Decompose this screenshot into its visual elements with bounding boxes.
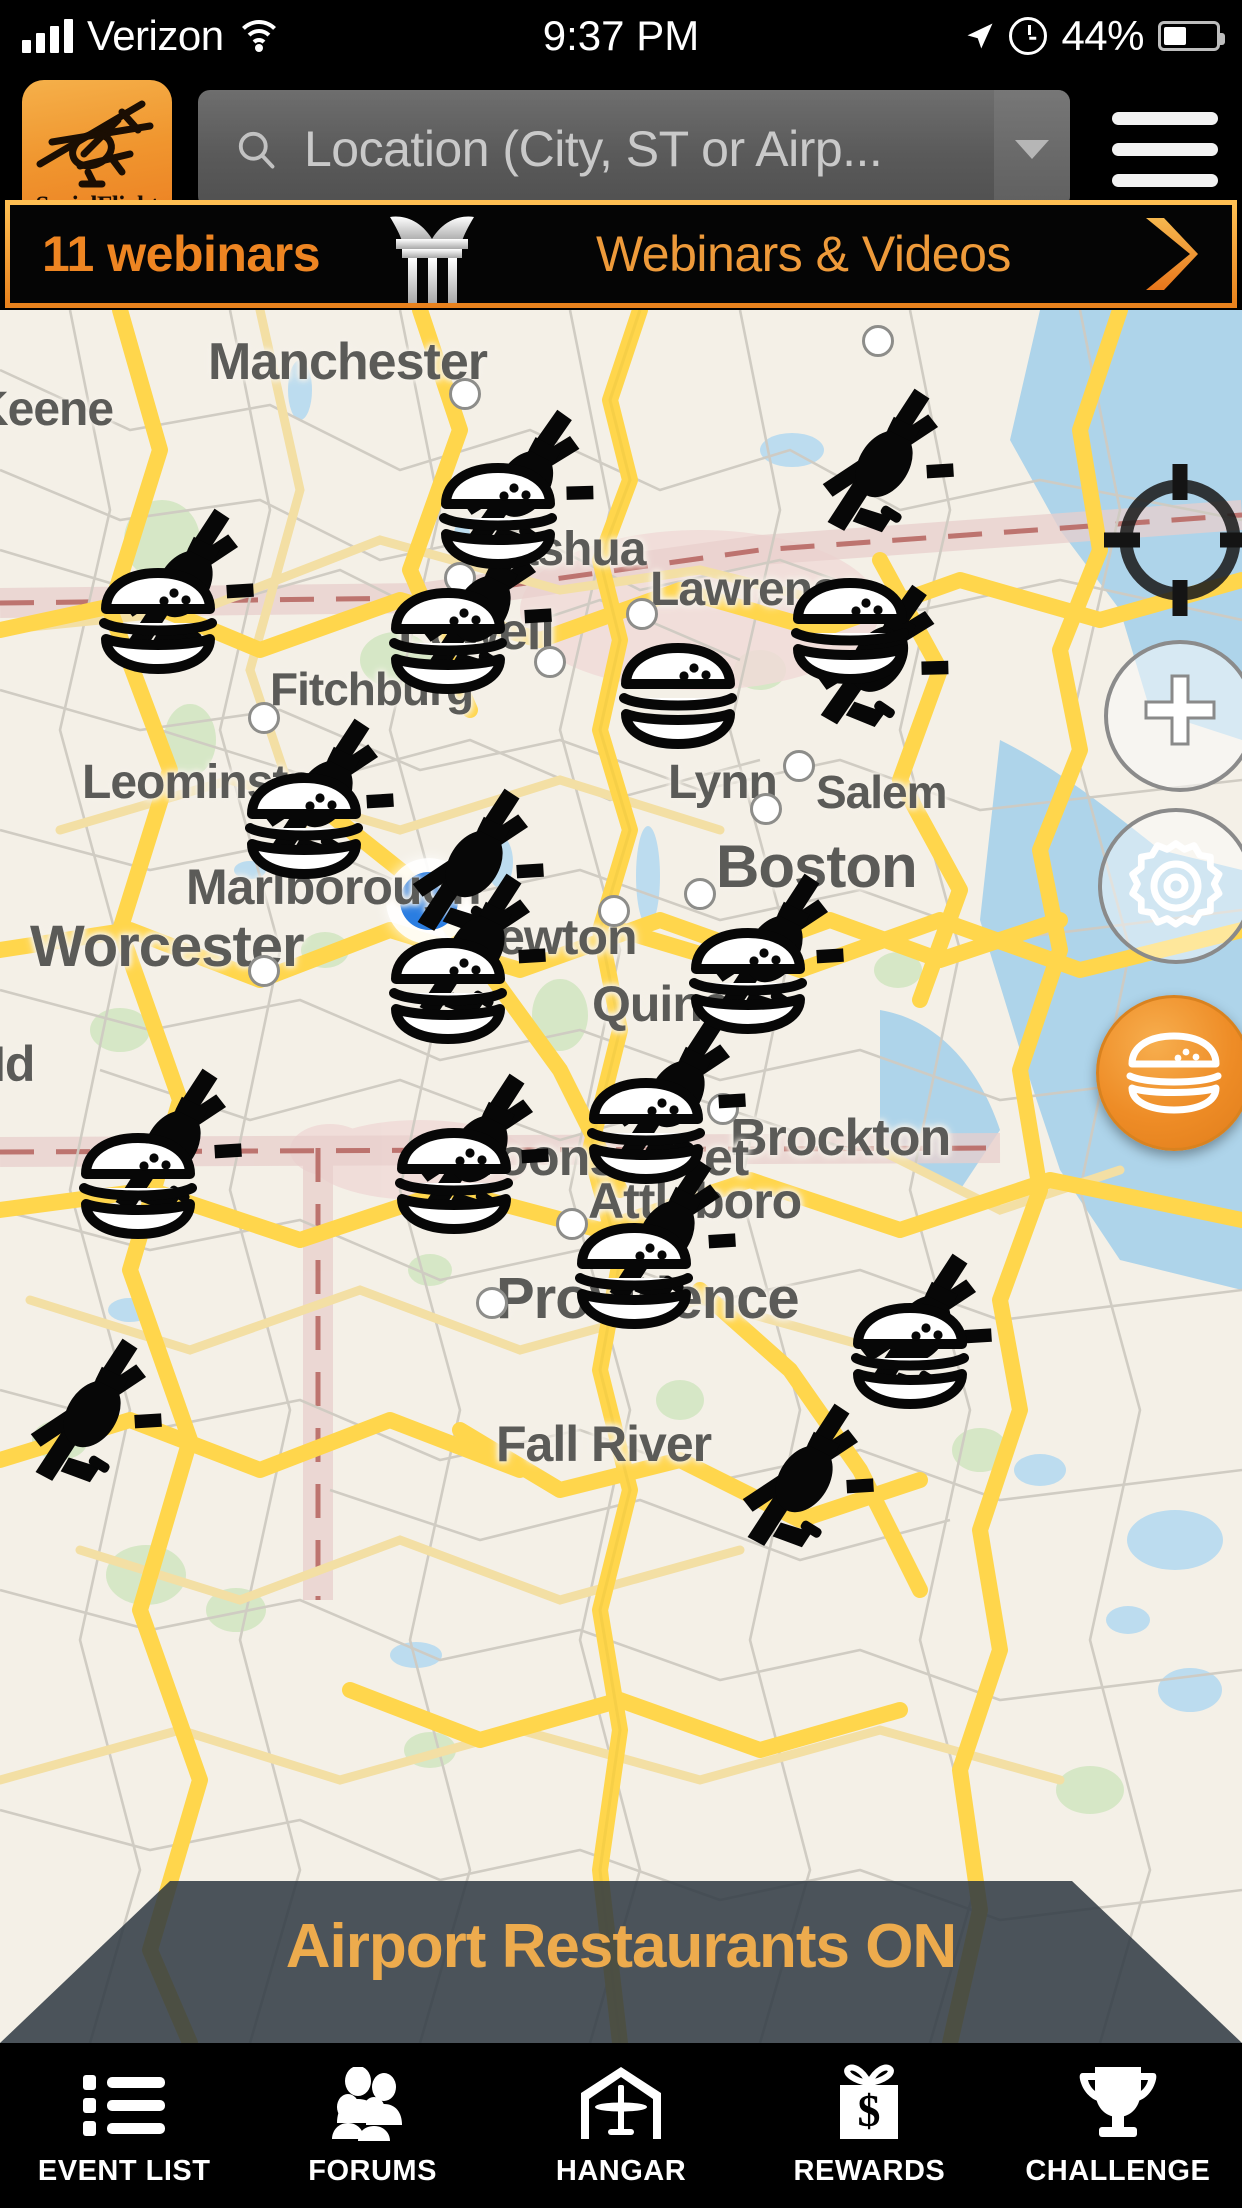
- tab-rewards[interactable]: $ REWARDS: [745, 2063, 993, 2188]
- restaurants-toggle-button[interactable]: [1096, 995, 1242, 1151]
- education-columns-icon: [390, 216, 474, 303]
- gear-icon: [1129, 840, 1223, 928]
- airport-dot-marker[interactable]: [684, 878, 716, 910]
- alarm-clock-icon: [1009, 17, 1048, 55]
- battery-icon: [1158, 21, 1225, 51]
- clock-label: 9:37 PM: [542, 12, 700, 59]
- map-status-banner: Airport Restaurants ON: [0, 1881, 1242, 2043]
- airport-dot-marker[interactable]: [556, 1208, 588, 1240]
- tab-event-list[interactable]: EVENT LIST: [0, 2063, 248, 2188]
- map-canvas: [0, 310, 1242, 2043]
- bottom-tab-bar: EVENT LIST FORUMS HANGAR $ REWARDS CHALL…: [0, 2043, 1242, 2208]
- airport-dot-marker[interactable]: [862, 325, 894, 357]
- trophy-icon: [1075, 2063, 1161, 2141]
- airport-dot-marker[interactable]: [248, 955, 280, 987]
- hamburger-food-icon: [1126, 1032, 1222, 1114]
- tab-label: FORUMS: [308, 2155, 437, 2187]
- svg-text:$: $: [858, 2085, 881, 2136]
- battery-percent-label: 44%: [1061, 12, 1144, 59]
- search-dropdown-button[interactable]: [994, 90, 1070, 208]
- search-input[interactable]: Location (City, ST or Airp...: [198, 90, 1070, 208]
- airport-dot-marker[interactable]: [783, 750, 815, 782]
- location-arrow-icon: [967, 23, 993, 49]
- hamburger-menu-icon[interactable]: [1112, 112, 1218, 188]
- biplane-icon: [36, 100, 154, 188]
- chevron-right-icon: [1146, 218, 1198, 290]
- airport-dot-marker[interactable]: [248, 702, 280, 734]
- map-view[interactable]: ManchesterKeeneNashuaLawrenceLowellFitch…: [0, 310, 1242, 2043]
- tab-challenge[interactable]: CHALLENGE: [994, 2063, 1242, 2188]
- webinars-banner-title: Webinars & Videos: [596, 226, 1011, 282]
- people-icon: [328, 2063, 418, 2141]
- map-status-text: Airport Restaurants ON: [285, 1912, 957, 1981]
- tab-label: EVENT LIST: [37, 2155, 211, 2187]
- status-bar: Verizon 9:37 PM 44%: [0, 0, 1242, 72]
- hangar-plane-icon: [575, 2063, 667, 2141]
- webinar-count-label: 11 webinars: [42, 226, 321, 282]
- tab-hangar[interactable]: HANGAR: [497, 2063, 745, 2188]
- airport-dot-marker[interactable]: [534, 646, 566, 678]
- airport-dot-marker[interactable]: [707, 1093, 739, 1125]
- app-screen: Verizon 9:37 PM 44% Location (City, ST o…: [0, 0, 1242, 2208]
- crosshair-target-icon: [1104, 464, 1242, 616]
- caret-down-icon: [1015, 139, 1049, 159]
- airport-dot-marker[interactable]: [449, 378, 481, 410]
- airport-dot-marker[interactable]: [476, 1287, 508, 1319]
- tab-forums[interactable]: FORUMS: [248, 2063, 496, 2188]
- airport-dot-marker[interactable]: [598, 895, 630, 927]
- airport-dot-marker[interactable]: [626, 598, 658, 630]
- search-icon: [238, 131, 275, 169]
- airport-dot-marker[interactable]: [444, 562, 476, 594]
- tab-label: HANGAR: [555, 2155, 687, 2187]
- tab-label: CHALLENGE: [1025, 2155, 1211, 2187]
- airport-dot-marker[interactable]: [750, 793, 782, 825]
- current-location-marker: [386, 858, 472, 944]
- locate-button[interactable]: [1100, 460, 1242, 620]
- settings-button[interactable]: [1098, 808, 1242, 964]
- app-bar: SocialFlight Location (City, ST or Airp.…: [0, 72, 1242, 228]
- search-placeholder: Location (City, ST or Airp...: [304, 121, 883, 177]
- gift-dollar-icon: $: [828, 2063, 910, 2141]
- webinars-promo-banner[interactable]: 11 webinars Webinars & Videos: [5, 200, 1237, 308]
- tab-label: REWARDS: [793, 2155, 946, 2187]
- list-icon: [81, 2063, 167, 2141]
- status-bar-right: 44%: [965, 0, 1225, 72]
- plus-icon: [1144, 674, 1216, 746]
